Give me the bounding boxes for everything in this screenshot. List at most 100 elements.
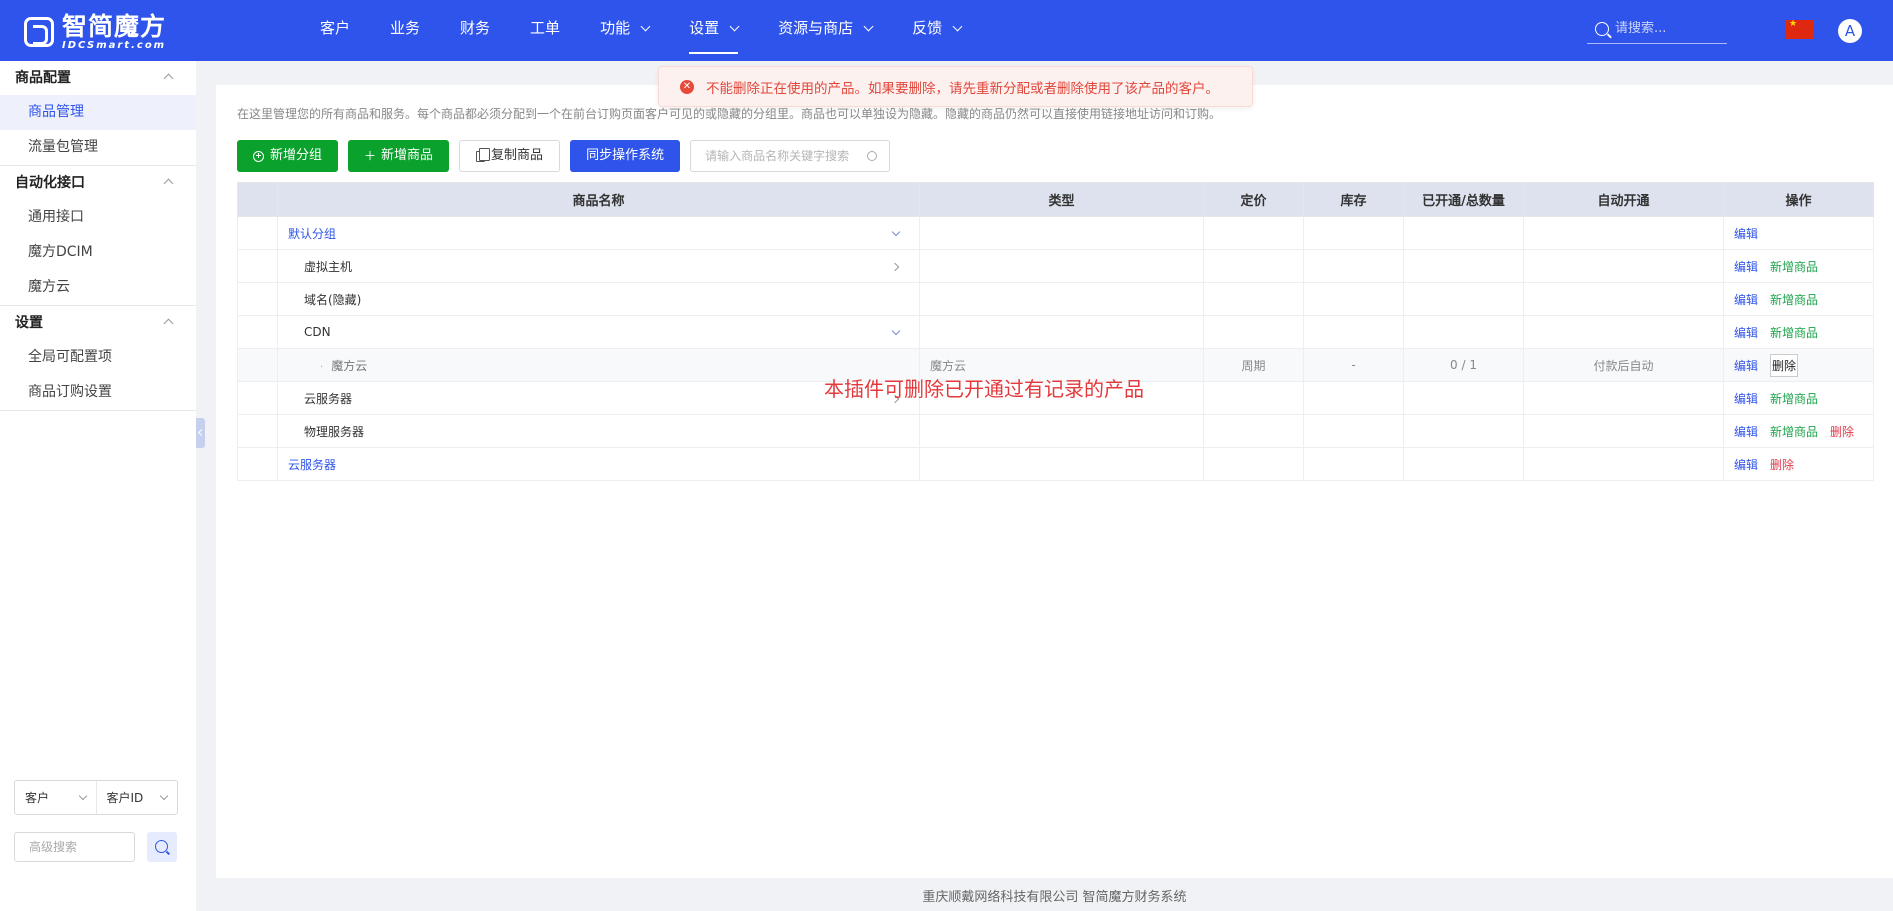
sync-os-button[interactable]: 同步操作系统 (570, 140, 681, 172)
table-row: 云服务器 编辑 删除 (237, 447, 1874, 481)
chevron-right-icon[interactable] (890, 262, 900, 272)
add-group-button[interactable]: 新增分组 (237, 140, 339, 172)
nav-item-1[interactable]: 业务 (370, 0, 440, 56)
sidebar-item[interactable]: 商品订购设置 (0, 375, 196, 410)
global-search[interactable] (1587, 14, 1727, 44)
sidebar-item[interactable]: 魔方云 (0, 270, 196, 305)
product-stock (1303, 414, 1404, 448)
sidebar-item[interactable]: 魔方DCIM (0, 235, 196, 270)
product-name-cell: 物理服务器 (277, 414, 920, 448)
product-count (1403, 315, 1524, 349)
product-price: 周期 (1203, 348, 1304, 382)
edit-link[interactable]: 编辑 (1734, 227, 1758, 241)
toolbar: 新增分组 ＋新增商品 复制商品 同步操作系统 (237, 140, 891, 172)
language-flag-icon[interactable] (1786, 19, 1814, 39)
chevron-down-icon (729, 21, 740, 31)
plus-circle-icon (253, 150, 264, 162)
product-auto (1523, 315, 1724, 349)
sidebar-item[interactable]: 流量包管理 (0, 130, 196, 165)
footer: 重庆顺戴网络科技有限公司 智简魔方财务系统 (922, 890, 1187, 905)
nav-item-5[interactable]: 设置 (669, 0, 758, 56)
product-name-cell[interactable]: 默认分组 (277, 216, 920, 250)
edit-link[interactable]: 编辑 (1734, 425, 1758, 439)
product-price (1203, 447, 1304, 481)
sidebar-item[interactable]: 商品管理 (0, 95, 196, 130)
advanced-search-input[interactable]: 高级搜索 (14, 832, 135, 862)
filter-field-select[interactable]: 客户ID (97, 781, 178, 814)
error-alert: ✕ 不能删除正在使用的产品。如果要删除，请先重新分配或者删除使用了该产品的客户。 (658, 66, 1253, 107)
add-product-button[interactable]: ＋新增商品 (348, 140, 450, 172)
delete-button[interactable]: 删除 (1770, 353, 1799, 377)
sidebar-item[interactable]: 通用接口 (0, 200, 196, 235)
product-name-cell[interactable]: 云服务器 (277, 447, 920, 481)
add-product-link[interactable]: 新增商品 (1770, 425, 1818, 439)
nav-item-3[interactable]: 工单 (510, 0, 580, 56)
add-product-link[interactable]: 新增商品 (1770, 392, 1818, 406)
copy-product-button[interactable]: 复制商品 (459, 140, 561, 172)
sidebar-group-title[interactable]: 自动化接口 (0, 166, 196, 200)
search-icon (1595, 21, 1609, 36)
sidebar-group-title[interactable]: 设置 (0, 306, 196, 340)
edit-link[interactable]: 编辑 (1734, 458, 1758, 472)
product-search-input[interactable] (705, 149, 866, 163)
logo-icon (24, 17, 54, 47)
table-row: 物理服务器 编辑 新增商品 删除 (237, 414, 1874, 448)
global-search-input[interactable] (1615, 21, 1715, 36)
product-auto (1523, 216, 1724, 250)
sidebar-item[interactable]: 全局可配置项 (0, 340, 196, 375)
nav-item-0[interactable]: 客户 (300, 0, 370, 56)
table-row: 虚拟主机 编辑 新增商品 (237, 249, 1874, 283)
chevron-down-icon (952, 21, 963, 31)
product-name: 魔方云 (331, 358, 368, 373)
nav-item-2[interactable]: 财务 (440, 0, 510, 56)
table-row: 域名(隐藏) 编辑 新增商品 (237, 282, 1874, 316)
product-count (1403, 447, 1524, 481)
product-name-cell: 域名(隐藏) (277, 282, 920, 316)
search-button[interactable] (147, 832, 177, 862)
edit-link[interactable]: 编辑 (1734, 392, 1758, 406)
brand-logo[interactable]: 智简魔方 IDCSmart.com (24, 12, 174, 52)
nav-item-7[interactable]: 反馈 (892, 0, 981, 56)
row-actions: 编辑 删除 (1723, 348, 1874, 382)
delete-link[interactable]: 删除 (1830, 425, 1854, 439)
nav-item-6[interactable]: 资源与商店 (758, 0, 892, 56)
col-count: 已开通/总数量 (1403, 182, 1524, 217)
filter-type-select[interactable]: 客户 (15, 781, 97, 814)
row-handle (237, 381, 278, 415)
chevron-up-icon (163, 318, 174, 329)
user-avatar[interactable]: A (1838, 19, 1862, 43)
col-price: 定价 (1203, 182, 1304, 217)
col-type: 类型 (919, 182, 1204, 217)
row-actions: 编辑 新增商品 (1723, 249, 1874, 283)
client-filter: 客户 客户ID (14, 780, 178, 815)
product-search[interactable] (690, 140, 891, 172)
main-content: 在这里管理您的所有商品和服务。每个商品都必须分配到一个在前台订购页面客户可见的或… (216, 85, 1893, 878)
product-name: CDN (304, 325, 331, 339)
product-stock (1303, 249, 1404, 283)
row-actions: 编辑 新增商品 (1723, 282, 1874, 316)
sidebar-group: 自动化接口 通用接口 魔方DCIM 魔方云 (0, 166, 196, 306)
chevron-down-icon[interactable] (891, 326, 901, 336)
sidebar-group-title[interactable]: 商品配置 (0, 61, 196, 95)
product-name-cell: CDN (277, 315, 920, 349)
add-product-link[interactable]: 新增商品 (1770, 326, 1818, 340)
delete-link[interactable]: 删除 (1770, 458, 1794, 472)
main-nav: 客户 业务 财务 工单 功能 设置 资源与商店 反馈 (300, 0, 981, 61)
sidebar-collapse-handle[interactable] (196, 418, 205, 448)
product-type (919, 414, 1204, 448)
product-count (1403, 216, 1524, 250)
add-product-link[interactable]: 新增商品 (1770, 260, 1818, 274)
row-handle (237, 282, 278, 316)
add-product-link[interactable]: 新增商品 (1770, 293, 1818, 307)
edit-link[interactable]: 编辑 (1734, 260, 1758, 274)
sidebar-search-panel: 客户 客户ID 高级搜索 (14, 780, 178, 862)
edit-link[interactable]: 编辑 (1734, 293, 1758, 307)
edit-link[interactable]: 编辑 (1734, 326, 1758, 340)
product-count (1403, 282, 1524, 316)
col-handle (237, 182, 278, 217)
product-count (1403, 249, 1524, 283)
edit-link[interactable]: 编辑 (1734, 359, 1758, 373)
chevron-down-icon[interactable] (891, 227, 901, 237)
nav-item-4[interactable]: 功能 (580, 0, 669, 56)
product-name-cell: 虚拟主机 (277, 249, 920, 283)
